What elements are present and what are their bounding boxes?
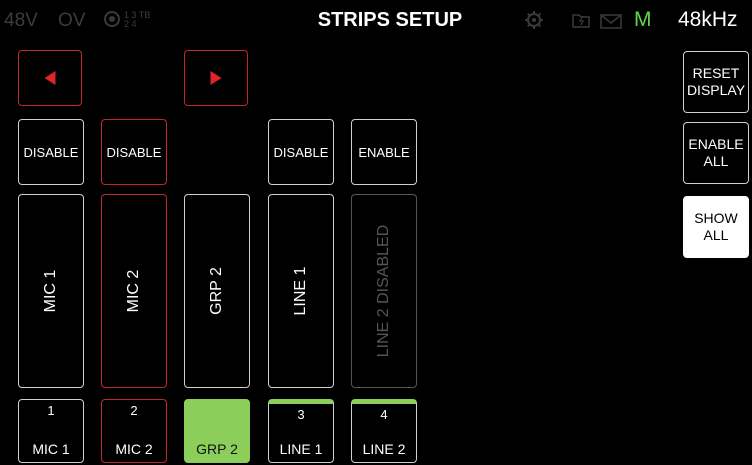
channel-mic1-button[interactable]: 1 MIC 1 [18,399,84,463]
channel-number: 1 [47,403,55,418]
strip-line2[interactable]: LINE 2 DISABLED [351,194,417,388]
strip-label: GRP 2 [208,267,225,315]
strip-label: LINE 1 [292,266,309,316]
io-routing-indicator: 1 3 TB 2 4 [124,10,151,29]
enable-all-button[interactable]: ENABLE ALL [683,122,749,184]
io-status-icon [104,11,120,27]
arrow-left-icon [44,71,56,85]
sample-rate: 48kHz [678,8,738,31]
strip-label: MIC 2 [125,269,142,313]
overload-indicator: OV [58,10,86,31]
channel-label: MIC 2 [115,441,153,457]
strip-mic2[interactable]: MIC 2 [101,194,167,388]
channel-grp2-button[interactable]: GRP 2 [184,399,250,463]
status-bar: 48V OV 1 3 TB 2 4 STRIPS SETUP M 48kHz [0,0,752,40]
show-all-line1: SHOW [694,210,738,226]
channel-label: LINE 2 [362,441,406,457]
channel-label: LINE 1 [279,441,323,457]
phantom-power-indicator: 48V [4,10,38,31]
strip-mic1[interactable]: MIC 1 [18,194,84,388]
strip-line1[interactable]: LINE 1 [268,194,334,388]
strip-grp2[interactable]: GRP 2 [184,194,250,388]
page-left-button[interactable] [18,50,82,106]
enable-all-line1: ENABLE [688,136,744,152]
channel-number: 4 [380,407,388,422]
folder-icon [572,14,590,28]
channel-label: GRP 2 [196,441,238,457]
arrow-right-icon [210,71,222,85]
mail-icon [600,14,622,29]
channel-mic2-button[interactable]: 2 MIC 2 [101,399,167,463]
page-title: STRIPS SETUP [317,9,463,31]
show-all-button[interactable]: SHOW ALL [683,196,749,258]
enable-all-line2: ALL [703,153,729,169]
channel-line2-button[interactable]: 4 LINE 2 [351,399,417,463]
channel-number: 3 [297,407,305,422]
show-all-line2: ALL [703,227,729,243]
page-right-button[interactable] [184,50,248,106]
toggle-mic1-button[interactable]: DISABLE [18,119,84,185]
channel-label: MIC 1 [32,441,70,457]
channel-line1-button[interactable]: 3 LINE 1 [268,399,334,463]
master-indicator: M [634,8,652,31]
strip-label: LINE 2 DISABLED [375,224,392,358]
toggle-line1-button[interactable]: DISABLE [268,119,334,185]
strip-label: MIC 1 [42,269,59,313]
reset-display-line1: RESET [692,65,740,81]
toggle-line2-button[interactable]: ENABLE [351,119,417,185]
channel-number: 2 [130,403,138,418]
reset-display-line2: DISPLAY [686,82,746,98]
toggle-mic2-button[interactable]: DISABLE [101,119,167,185]
gear-icon [525,11,543,29]
reset-display-button[interactable]: RESET DISPLAY [683,51,749,113]
